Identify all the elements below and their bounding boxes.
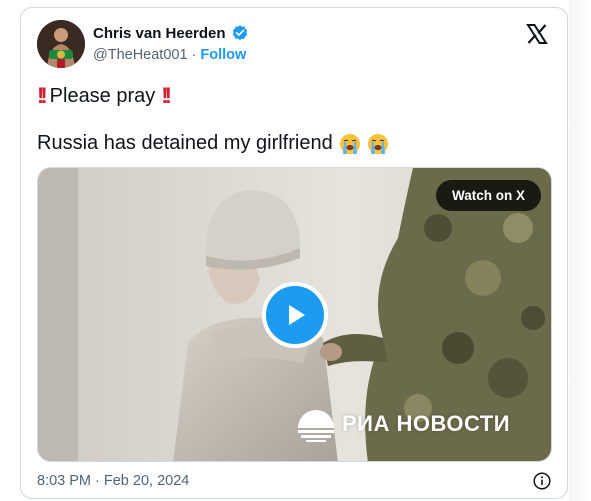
avatar[interactable] — [37, 20, 85, 68]
author-name[interactable]: Chris van Heerden — [93, 25, 226, 42]
video-media[interactable]: Watch on X РИА НОВОСТИ — [37, 167, 552, 462]
tweet-text-line1: !! Please pray !! — [37, 83, 172, 109]
tweet-text-detained: Russia has detained my girlfriend — [37, 132, 333, 154]
handle-separator: · — [191, 47, 197, 63]
watch-on-x-button[interactable]: Watch on X — [436, 180, 541, 211]
follow-button[interactable]: Follow — [200, 47, 246, 63]
double-exclamation-icon: !! — [37, 83, 47, 108]
verified-badge-icon — [231, 24, 249, 42]
tweet-text-line2: Russia has detained my girlfriend — [37, 132, 389, 155]
loudly-crying-face-icon — [367, 133, 389, 155]
page-scroll-shadow — [569, 0, 591, 501]
info-icon[interactable] — [533, 472, 551, 490]
play-button[interactable] — [262, 282, 328, 348]
watermark-text: РИА НОВОСТИ — [342, 411, 511, 436]
tweet-text-pray: Please pray — [49, 84, 156, 107]
double-exclamation-icon: !! — [161, 83, 171, 108]
video-watermark: РИА НОВОСТИ — [296, 406, 510, 442]
play-icon — [289, 305, 305, 325]
loudly-crying-face-icon — [339, 133, 361, 155]
tweet-timestamp[interactable]: 8:03 PM · Feb 20, 2024 — [37, 473, 189, 489]
tweet-card[interactable]: Chris van Heerden @TheHeat001 · Follow !… — [20, 7, 568, 499]
author-handle[interactable]: @TheHeat001 — [93, 47, 188, 63]
x-logo-icon[interactable] — [525, 22, 551, 48]
ria-logo-icon — [298, 410, 334, 442]
